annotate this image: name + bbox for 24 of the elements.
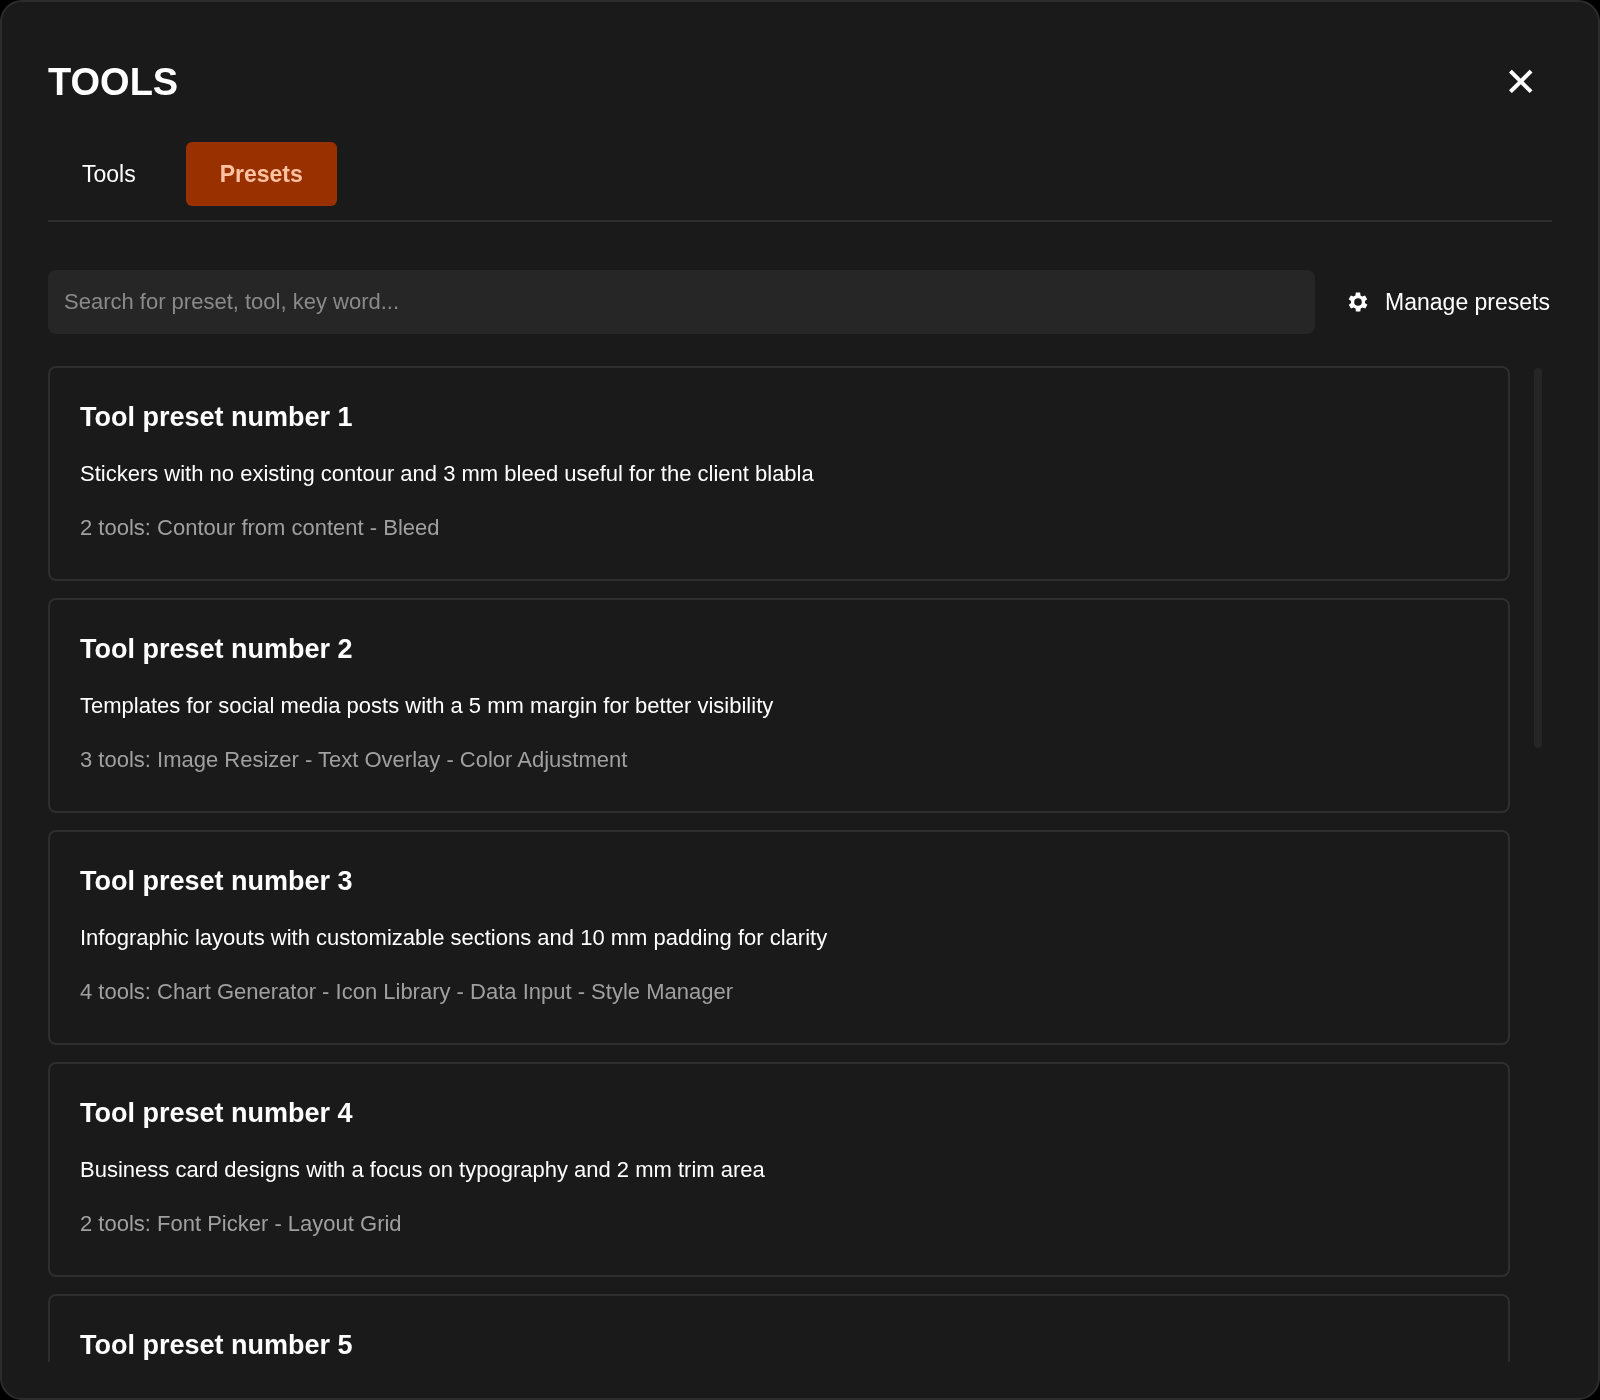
preset-title: Tool preset number 5 — [80, 1330, 354, 1361]
manage-presets-button[interactable]: Manage presets — [1345, 288, 1552, 316]
preset-description: Infographic layouts with customizable sections and 10 mm padding for clarity — [80, 925, 829, 951]
preset-card[interactable]: Tool preset number 2 Templates for social media posts with a 5 mm margin for better visibility 3 tools: Image Resizer - Text Overlay - Color Adjustment — [48, 598, 1510, 813]
preset-title: Tool preset number 2 — [80, 634, 354, 665]
preset-tools: 2 tools: Contour from content - Bleed — [80, 515, 441, 541]
preset-tools: 4 tools: Chart Generator - Icon Library - Data Input - Style Manager — [80, 979, 734, 1005]
preset-card[interactable]: Tool preset number 4 Business card designs with a focus on typography and 2 mm trim area 2 tools: Font Picker - Layout Grid — [48, 1062, 1510, 1277]
preset-card[interactable]: Tool preset number 3 Infographic layouts with customizable sections and 10 mm padding for clarity 4 tools: Chart Generator - Icon Library - Data Input - Style Manager — [48, 830, 1510, 1045]
search-field[interactable]: Search for preset, tool, key word... — [48, 270, 1316, 334]
close-button[interactable]: ✕ — [1504, 62, 1552, 102]
preset-description: Business card designs with a focus on typography and 2 mm trim area — [80, 1157, 766, 1183]
preset-card[interactable]: Tool preset number 1 Stickers with no existing contour and 3 mm bleed useful for the client blabla 2 tools: Contour from content - Bleed — [48, 366, 1510, 581]
preset-title: Tool preset number 3 — [80, 866, 354, 897]
preset-description: Stickers with no existing contour and 3 mm bleed useful for the client blabla — [80, 461, 815, 487]
tab[interactable]: Tools — [48, 142, 170, 206]
preset-title: Tool preset number 1 — [80, 402, 354, 433]
dialog-title: TOOLS — [48, 60, 179, 104]
tab[interactable]: Presets — [185, 142, 337, 206]
preset-tools: 3 tools: Image Resizer - Text Overlay - Color Adjustment — [80, 747, 629, 773]
preset-description: Templates for social media posts with a 5 mm margin for better visibility — [80, 693, 775, 719]
preset-tools: 2 tools: Font Picker - Layout Grid — [80, 1211, 403, 1237]
preset-card[interactable]: Tool preset number 5 — [48, 1294, 1510, 1362]
preset-title: Tool preset number 4 — [80, 1098, 354, 1129]
